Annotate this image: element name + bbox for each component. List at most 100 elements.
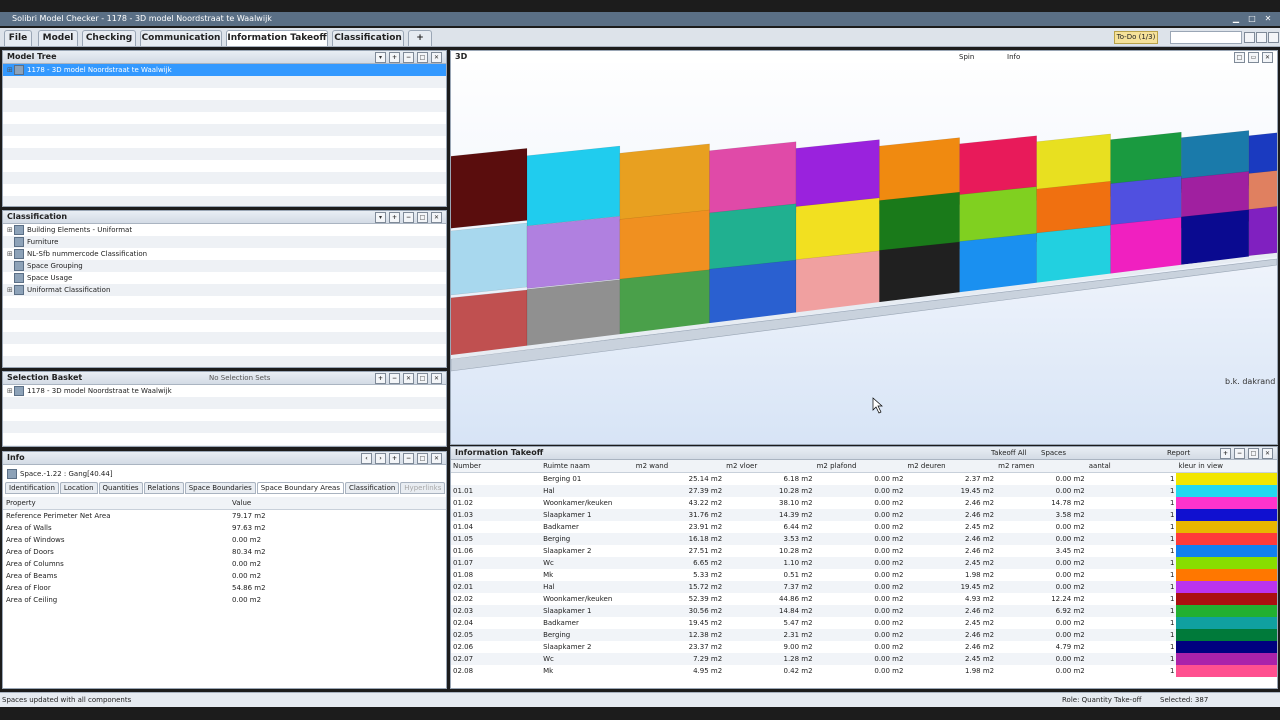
column-header[interactable]: m2 vloer xyxy=(724,460,815,473)
tab-relations[interactable]: Relations xyxy=(143,482,184,494)
classification-item[interactable]: ⊞ Uniformat Classification xyxy=(3,284,446,296)
filter-icon[interactable]: ▾ xyxy=(375,212,386,223)
color-swatch[interactable] xyxy=(1176,665,1277,677)
maximize-icon[interactable]: □ xyxy=(417,373,428,384)
tab-add[interactable]: + xyxy=(408,30,432,46)
collapse-icon[interactable]: − xyxy=(403,453,414,464)
classification-item[interactable]: Space Usage xyxy=(3,272,446,284)
column-header[interactable]: Number xyxy=(451,460,542,473)
takeoff-all-button[interactable]: Takeoff All xyxy=(991,447,1027,459)
classification-item[interactable]: ⊞ NL-Sfb nummercode Classification xyxy=(3,248,446,260)
restore-icon[interactable]: ▭ xyxy=(1248,52,1259,63)
report-button[interactable]: Report xyxy=(1167,447,1190,459)
table-row[interactable]: 02.06 Slaapkamer 2 23.37 m2 9.00 m2 0.00 m2 2… xyxy=(451,641,1277,653)
column-header[interactable]: aantal xyxy=(1086,460,1177,473)
collapse-icon[interactable]: − xyxy=(403,212,414,223)
tab-classification[interactable]: Classification xyxy=(344,482,400,494)
info-row[interactable]: Area of Walls 97.63 m2 xyxy=(3,522,446,534)
color-swatch[interactable] xyxy=(1176,569,1277,581)
tab-identification[interactable]: Identification xyxy=(5,482,59,494)
space-block[interactable] xyxy=(451,222,528,297)
color-swatch[interactable] xyxy=(1176,472,1277,485)
close-icon[interactable]: ✕ xyxy=(431,373,442,384)
color-swatch[interactable] xyxy=(1176,605,1277,617)
tab-checking[interactable]: Checking xyxy=(82,30,136,46)
table-row[interactable]: 02.05 Berging 12.38 m2 2.31 m2 0.00 m2 2.46 m… xyxy=(451,629,1277,641)
color-swatch[interactable] xyxy=(1176,641,1277,653)
info-row[interactable]: Area of Doors 80.34 m2 xyxy=(3,546,446,558)
back-icon[interactable]: ‹ xyxy=(361,453,372,464)
maximize-icon[interactable]: □ xyxy=(417,453,428,464)
tab-classification[interactable]: Classification xyxy=(332,30,404,46)
color-swatch[interactable] xyxy=(1176,653,1277,665)
table-row[interactable]: 02.04 Badkamer 19.45 m2 5.47 m2 0.00 m2 2.45 … xyxy=(451,617,1277,629)
column-header[interactable]: Property xyxy=(3,497,229,510)
space-block[interactable] xyxy=(451,148,528,230)
filter-icon[interactable]: ▾ xyxy=(375,52,386,63)
maximize-icon[interactable]: □ xyxy=(1248,448,1259,459)
spin-dropdown[interactable]: Spin xyxy=(959,51,974,63)
tree-item[interactable]: ⊞ 1178 - 3D model Noordstraat te Waalwijk xyxy=(3,64,446,76)
add-icon[interactable]: + xyxy=(375,373,386,384)
column-header[interactable]: m2 wand xyxy=(633,460,725,473)
info-row[interactable]: Reference Perimeter Net Area 79.17 m2 xyxy=(3,510,446,523)
maximize-icon[interactable]: □ xyxy=(417,52,428,63)
space-block[interactable] xyxy=(1110,217,1182,275)
maximize-icon[interactable]: □ xyxy=(417,212,428,223)
tab-communication[interactable]: Communication xyxy=(140,30,222,46)
color-swatch[interactable] xyxy=(1176,533,1277,545)
color-swatch[interactable] xyxy=(1176,521,1277,533)
table-row[interactable]: 01.07 Wc 6.65 m2 1.10 m2 0.00 m2 2.45 m2 0.00 … xyxy=(451,557,1277,569)
column-header[interactable]: Ruimte naam xyxy=(541,460,634,473)
add-icon[interactable]: + xyxy=(1220,448,1231,459)
search-input[interactable] xyxy=(1170,31,1242,44)
restore-icon[interactable] xyxy=(1244,32,1255,43)
color-swatch[interactable] xyxy=(1176,509,1277,521)
forward-icon[interactable]: › xyxy=(375,453,386,464)
table-row[interactable]: 01.04 Badkamer 23.91 m2 6.44 m2 0.00 m2 2.45 … xyxy=(451,521,1277,533)
maximize-icon[interactable]: □ xyxy=(1246,13,1258,24)
close-icon[interactable]: ✕ xyxy=(1262,52,1273,63)
expand-icon[interactable]: + xyxy=(389,453,400,464)
todo-button[interactable]: To-Do (1/3) xyxy=(1114,31,1158,44)
space-block[interactable] xyxy=(619,209,710,281)
color-swatch[interactable] xyxy=(1176,557,1277,569)
tab-location[interactable]: Location xyxy=(59,482,98,494)
basket-item[interactable]: ⊞ 1178 - 3D model Noordstraat te Waalwijk xyxy=(3,385,446,397)
space-block[interactable] xyxy=(1248,203,1277,256)
info-row[interactable]: Area of Ceiling 0.00 m2 xyxy=(3,594,446,606)
table-row[interactable]: 01.08 Mk 5.33 m2 0.51 m2 0.00 m2 1.98 m2 0.00 … xyxy=(451,569,1277,581)
expand-icon[interactable]: + xyxy=(389,212,400,223)
color-swatch[interactable] xyxy=(1176,581,1277,593)
table-row[interactable]: 02.01 Hal 15.72 m2 7.37 m2 0.00 m2 19.45 m2 0.… xyxy=(451,581,1277,593)
column-header[interactable]: m2 plafond xyxy=(814,460,906,473)
close-icon[interactable]: ✕ xyxy=(431,52,442,63)
close-icon[interactable]: ✕ xyxy=(1262,448,1273,459)
tab-hyperlinks[interactable]: Hyperlinks xyxy=(400,482,446,494)
table-row[interactable]: Berging 01 25.14 m2 6.18 m2 0.00 m2 2.37 m2 0… xyxy=(451,472,1277,485)
close-icon[interactable]: ✕ xyxy=(431,212,442,223)
space-block[interactable] xyxy=(526,216,621,289)
info-row[interactable]: Area of Columns 0.00 m2 xyxy=(3,558,446,570)
remove-icon[interactable]: − xyxy=(389,373,400,384)
close-icon[interactable]: ✕ xyxy=(1262,13,1274,24)
tab-space-boundaries[interactable]: Space Boundaries xyxy=(184,482,256,494)
table-row[interactable]: 01.05 Berging 16.18 m2 3.53 m2 0.00 m2 2.46 m… xyxy=(451,533,1277,545)
model-scene[interactable]: b.k. dakrand xyxy=(451,63,1277,443)
table-row[interactable]: 01.03 Slaapkamer 1 31.76 m2 14.39 m2 0.00 m2… xyxy=(451,509,1277,521)
tab-file[interactable]: File xyxy=(4,30,32,46)
selection-sets-dropdown[interactable]: No Selection Sets xyxy=(209,372,270,384)
maximize-panel-icon[interactable] xyxy=(1256,32,1267,43)
tab-model[interactable]: Model xyxy=(38,30,78,46)
tab-quantities[interactable]: Quantities xyxy=(98,482,143,494)
color-swatch[interactable] xyxy=(1176,629,1277,641)
classification-item[interactable]: ⊞ Building Elements - Uniformat xyxy=(3,224,446,236)
table-row[interactable]: 01.06 Slaapkamer 2 27.51 m2 10.28 m2 0.00 m2… xyxy=(451,545,1277,557)
tab-information-takeoff[interactable]: Information Takeoff xyxy=(226,30,328,46)
minimize-icon[interactable]: ▁ xyxy=(1230,13,1242,24)
table-row[interactable]: 02.07 Wc 7.29 m2 1.28 m2 0.00 m2 2.45 m2 0.00 … xyxy=(451,653,1277,665)
spaces-dropdown[interactable]: Spaces xyxy=(1041,447,1066,459)
color-swatch[interactable] xyxy=(1176,545,1277,557)
column-header[interactable]: m2 deuren xyxy=(905,460,997,473)
column-header[interactable]: kleur in view xyxy=(1176,460,1277,473)
